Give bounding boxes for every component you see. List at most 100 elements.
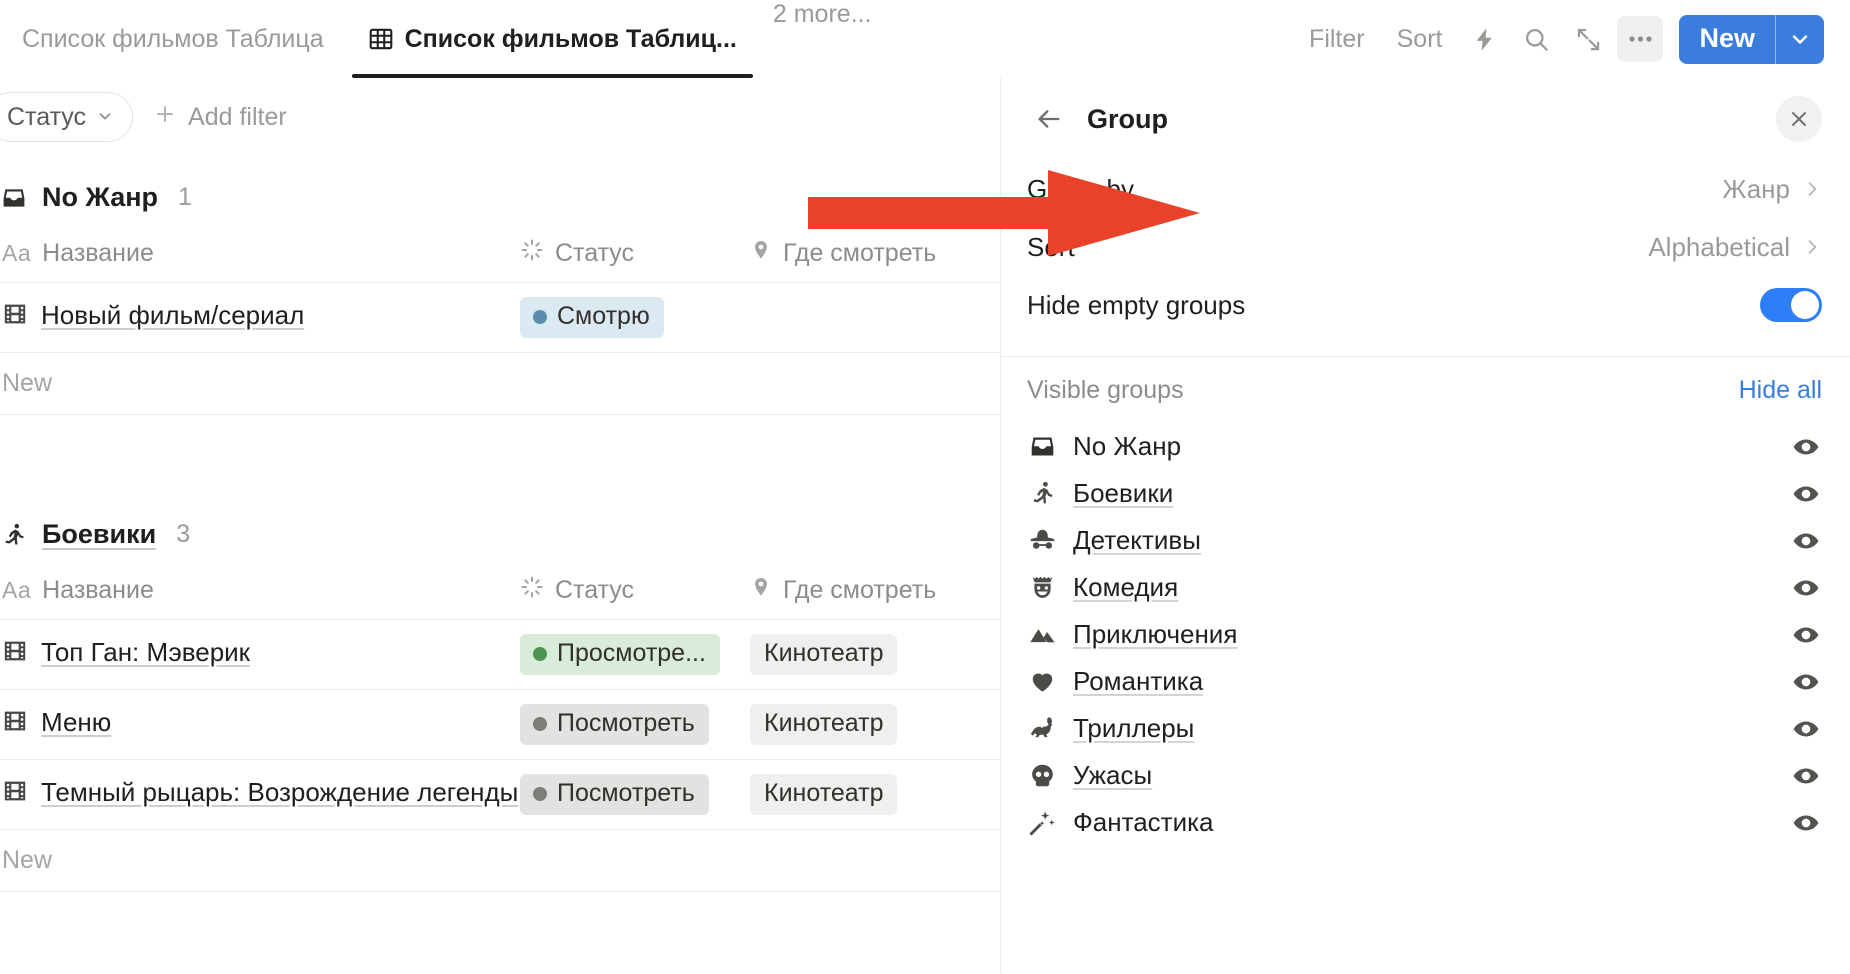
hide-all-button[interactable]: Hide all: [1739, 376, 1822, 405]
group-header[interactable]: Боевики 3: [0, 493, 1000, 562]
cell-status[interactable]: Смотрю: [520, 297, 750, 338]
visible-group-item[interactable]: Триллеры: [1001, 705, 1850, 752]
column-header-where[interactable]: Где смотреть: [750, 239, 990, 268]
tab-view-1[interactable]: Список фильмов Таблица: [0, 0, 346, 78]
where-tag[interactable]: Кинотеатр: [750, 634, 898, 675]
group-label: Триллеры: [1073, 713, 1195, 743]
eye-icon[interactable]: [1792, 574, 1820, 602]
visible-group-item[interactable]: Фантастика: [1001, 799, 1850, 846]
sort-row[interactable]: Sort Alphabetical: [1001, 218, 1850, 276]
group-label: Приключения: [1073, 619, 1238, 649]
cell-where[interactable]: Кинотеатр: [750, 774, 990, 815]
group-by-row[interactable]: Group by Жанр: [1001, 160, 1850, 218]
tabs-more-button[interactable]: 2 more...: [759, 0, 886, 78]
top-toolbar: Список фильмов Таблица Список фильмов Та…: [0, 0, 1850, 78]
status-dot: [533, 309, 547, 324]
new-button-group[interactable]: New: [1679, 14, 1824, 64]
column-header-where[interactable]: Где смотреть: [750, 576, 990, 605]
column-headers: Aa Название Статус Где смотреть: [0, 225, 1000, 283]
row-title[interactable]: Новый фильм/сериал: [41, 297, 304, 334]
eye-icon[interactable]: [1792, 668, 1820, 696]
panel-title: Group: [1087, 103, 1168, 134]
search-icon[interactable]: [1513, 16, 1559, 62]
visible-group-item[interactable]: Романтика: [1001, 658, 1850, 705]
eye-icon[interactable]: [1792, 621, 1820, 649]
tab-view-2[interactable]: Список фильмов Таблиц...: [346, 0, 759, 78]
visible-group-item[interactable]: Детективы: [1001, 517, 1850, 564]
cell-where[interactable]: Кинотеатр: [750, 634, 990, 675]
close-icon[interactable]: [1776, 96, 1822, 142]
group-count: 1: [178, 183, 192, 211]
cell-name[interactable]: Топ Ган: Мэверик: [0, 634, 520, 671]
lightning-icon[interactable]: [1461, 16, 1507, 62]
table-group: No Жанр 1 Aa Название Статус Где смотрет…: [0, 156, 1000, 493]
expand-icon[interactable]: [1565, 16, 1611, 62]
running-icon: [1027, 479, 1057, 509]
row-title[interactable]: Топ Ган: Мэверик: [41, 634, 250, 671]
new-button[interactable]: New: [1679, 15, 1775, 64]
column-header-name[interactable]: Aa Название: [0, 576, 520, 605]
chevron-down-icon: [96, 103, 114, 132]
group-name: Боевики: [42, 519, 157, 549]
column-headers: Aa Название Статус Где смотреть: [0, 562, 1000, 620]
visible-group-item[interactable]: No Жанр: [1001, 423, 1850, 470]
cell-name[interactable]: Темный рыцарь: Возрождение легенды: [0, 774, 520, 811]
group-label: No Жанр: [1073, 431, 1182, 461]
toggle-knob: [1791, 291, 1819, 319]
filter-chip-label: Статус: [7, 102, 87, 131]
film-icon: [2, 638, 28, 669]
more-options-icon[interactable]: [1617, 16, 1664, 62]
sort-label: Sort: [1027, 231, 1075, 262]
column-header-status[interactable]: Статус: [520, 575, 750, 606]
where-tag[interactable]: Кинотеатр: [750, 774, 898, 815]
cell-name[interactable]: Новый фильм/сериал: [0, 297, 520, 334]
cell-where[interactable]: Кинотеатр: [750, 704, 990, 745]
add-filter-button[interactable]: Add filter: [145, 96, 295, 139]
chevron-right-icon: [1802, 179, 1822, 199]
filter-button[interactable]: Filter: [1296, 19, 1378, 60]
cell-status[interactable]: Посмотреть: [520, 704, 750, 745]
row-title[interactable]: Меню: [41, 704, 111, 741]
status-badge[interactable]: Посмотреть: [520, 704, 709, 745]
group-by-label: Group by: [1027, 173, 1134, 204]
row-title[interactable]: Темный рыцарь: Возрождение легенды: [41, 774, 518, 811]
text-type-icon: Aa: [2, 577, 32, 603]
column-header-status[interactable]: Статус: [520, 238, 750, 269]
add-filter-label: Add filter: [188, 102, 287, 131]
table-row[interactable]: Топ Ган: Мэверик Просмотре... Кинотеатр: [0, 620, 1000, 690]
table-icon: [368, 26, 394, 52]
plus-icon: [153, 102, 177, 133]
group-name: No Жанр: [42, 182, 159, 212]
column-header-name[interactable]: Aa Название: [0, 239, 520, 268]
visible-group-item[interactable]: Боевики: [1001, 470, 1850, 517]
status-badge[interactable]: Посмотреть: [520, 774, 709, 815]
cell-status[interactable]: Просмотре...: [520, 634, 750, 675]
eye-icon[interactable]: [1792, 762, 1820, 790]
status-dot: [533, 786, 547, 801]
cell-name[interactable]: Меню: [0, 704, 520, 741]
where-tag[interactable]: Кинотеатр: [750, 704, 898, 745]
table-row[interactable]: Новый фильм/сериал Смотрю: [0, 283, 1000, 353]
sort-button[interactable]: Sort: [1384, 19, 1456, 60]
group-header[interactable]: No Жанр 1: [0, 156, 1000, 225]
hide-empty-groups-row[interactable]: Hide empty groups: [1001, 276, 1850, 334]
eye-icon[interactable]: [1792, 527, 1820, 555]
eye-icon[interactable]: [1792, 715, 1820, 743]
arrow-left-icon[interactable]: [1027, 97, 1071, 141]
table-row[interactable]: Меню Посмотреть Кинотеатр: [0, 690, 1000, 760]
eye-icon[interactable]: [1792, 480, 1820, 508]
chevron-down-icon[interactable]: [1776, 15, 1824, 64]
cell-status[interactable]: Посмотреть: [520, 774, 750, 815]
eye-icon[interactable]: [1792, 809, 1820, 837]
table-row[interactable]: Темный рыцарь: Возрождение легенды Посмо…: [0, 760, 1000, 830]
status-badge[interactable]: Смотрю: [520, 297, 664, 338]
new-row-button[interactable]: New: [0, 353, 1000, 415]
status-badge[interactable]: Просмотре...: [520, 634, 720, 675]
visible-group-item[interactable]: Приключения: [1001, 611, 1850, 658]
filter-chip-status[interactable]: Статус: [0, 92, 134, 142]
new-row-button[interactable]: New: [0, 830, 1000, 892]
visible-group-item[interactable]: Комедия: [1001, 564, 1850, 611]
visible-group-item[interactable]: Ужасы: [1001, 752, 1850, 799]
hide-empty-groups-toggle[interactable]: [1760, 288, 1822, 322]
eye-icon[interactable]: [1792, 433, 1820, 461]
